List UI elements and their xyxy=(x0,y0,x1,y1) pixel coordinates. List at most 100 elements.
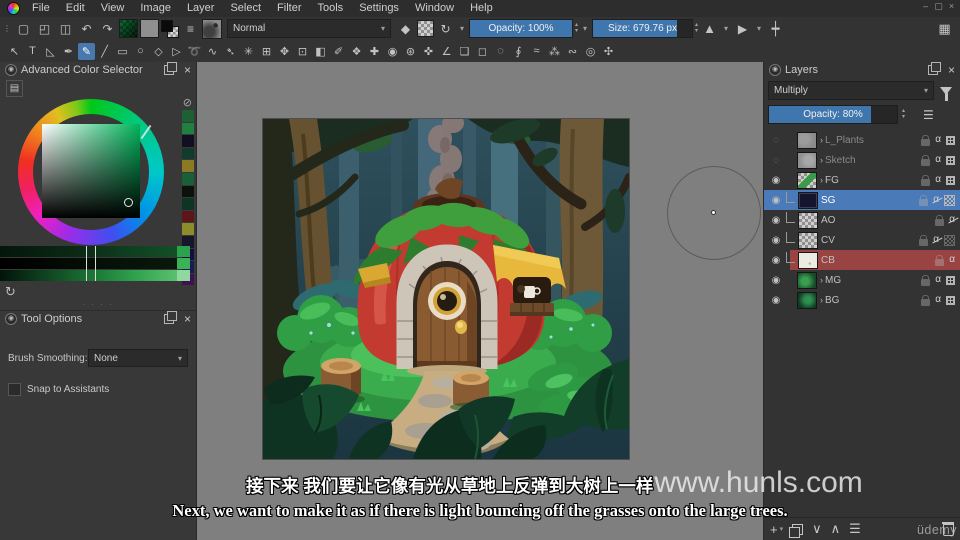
layer-row-l_plants[interactable]: ◌ › L_Plants α xyxy=(764,130,960,150)
tool-contiguous-select[interactable]: ⁂ xyxy=(546,43,563,60)
tool-bezier-curve[interactable]: ➰ xyxy=(186,43,203,60)
layer-row-cb[interactable]: ◉ CB α xyxy=(764,250,960,270)
history-swatch[interactable] xyxy=(182,223,194,235)
layer-filter-icon[interactable] xyxy=(940,86,952,101)
layer-row-fg[interactable]: ◉ › FG α xyxy=(764,170,960,190)
lock-icon[interactable] xyxy=(935,214,945,226)
layer-name[interactable]: BG xyxy=(825,295,921,306)
history-swatch[interactable] xyxy=(182,210,194,223)
history-swatch[interactable] xyxy=(182,147,194,160)
alpha-icon[interactable]: α xyxy=(935,295,941,305)
move-layer-up-button[interactable]: ∧ xyxy=(831,521,841,537)
new-document-button[interactable]: ▢ xyxy=(14,19,33,38)
tool-zoom[interactable]: ◎ xyxy=(582,43,599,60)
reload-preset-button[interactable]: ↻ xyxy=(436,19,455,38)
tool-measure[interactable]: ∠ xyxy=(438,43,455,60)
duplicate-layer-button[interactable] xyxy=(789,523,804,538)
group-expand-arrow-icon[interactable]: › xyxy=(820,155,823,165)
float-panel-icon[interactable] xyxy=(163,62,177,75)
layer-row-ao[interactable]: ◉ AO α xyxy=(764,210,960,230)
tool-freehand-brush[interactable]: ✎ xyxy=(78,42,95,60)
layer-name[interactable]: CB xyxy=(821,255,935,266)
tool-polyline[interactable]: ▷ xyxy=(168,43,185,60)
opacity-slider[interactable]: Opacity: 100% xyxy=(469,19,573,38)
inherit-alpha-icon[interactable] xyxy=(946,155,955,165)
tool-reference-images[interactable]: ❏ xyxy=(456,43,473,60)
layer-visibility-icon[interactable]: ◉ xyxy=(768,215,784,226)
layer-thumbnail[interactable] xyxy=(797,271,817,289)
canvas-artwork[interactable] xyxy=(262,118,630,460)
mirror-horizontal-button[interactable]: ▲ xyxy=(700,19,719,38)
lock-icon[interactable] xyxy=(919,194,929,206)
layer-row-bg[interactable]: ◉ › BG α xyxy=(764,290,960,310)
menu-tools[interactable]: Tools xyxy=(310,0,352,17)
layer-name[interactable]: FG xyxy=(825,175,921,186)
layer-visibility-icon[interactable]: ◌ xyxy=(768,135,784,146)
lock-icon[interactable] xyxy=(921,154,931,166)
float-panel-icon[interactable] xyxy=(163,311,177,324)
layer-opacity-spinner[interactable]: ▴ ▾ xyxy=(902,108,905,121)
refresh-icon[interactable]: ↻ xyxy=(5,284,16,300)
alpha-locked-icon[interactable]: α xyxy=(933,235,939,245)
add-layer-caret[interactable]: ▾ xyxy=(780,525,784,533)
fg-bg-colors[interactable] xyxy=(161,19,179,38)
lock-icon[interactable] xyxy=(921,294,931,306)
tool-assistants[interactable]: ✜ xyxy=(420,43,437,60)
group-expand-arrow-icon[interactable]: › xyxy=(820,175,823,185)
close-panel-icon[interactable]: × xyxy=(184,313,191,325)
brush-smoothing-dropdown[interactable]: None ▾ xyxy=(88,349,188,367)
history-swatch[interactable] xyxy=(182,122,194,135)
shade-end-swatch[interactable] xyxy=(177,258,190,269)
menu-settings[interactable]: Settings xyxy=(351,0,407,17)
tool-pan[interactable]: ✣ xyxy=(600,43,617,60)
group-expand-arrow-icon[interactable]: › xyxy=(820,275,823,285)
block-colors-icon[interactable]: ⊘ xyxy=(183,96,192,109)
layer-visibility-icon[interactable]: ◉ xyxy=(768,295,784,306)
tool-polygon[interactable]: ◇ xyxy=(150,43,167,60)
tool-color-sampler[interactable]: ✐ xyxy=(330,43,347,60)
layer-thumbnail[interactable] xyxy=(797,171,817,189)
close-panel-icon[interactable]: × xyxy=(948,64,955,76)
lock-icon[interactable] xyxy=(935,254,945,266)
tool-gradient[interactable]: ◧ xyxy=(312,43,329,60)
layer-visibility-icon[interactable]: ◉ xyxy=(768,275,784,286)
minimize-window-button[interactable]: – xyxy=(919,0,932,13)
layer-thumbnail[interactable] xyxy=(798,191,818,209)
tool-bezier-select[interactable]: ∾ xyxy=(564,43,581,60)
wrap-around-button[interactable]: ┿ xyxy=(766,19,785,38)
group-expand-arrow-icon[interactable]: › xyxy=(820,295,823,305)
layer-properties-button[interactable]: ☰ xyxy=(849,521,861,537)
lock-icon[interactable] xyxy=(921,134,931,146)
panel-splitter[interactable]: · · · · xyxy=(0,300,196,309)
alpha-icon[interactable]: α xyxy=(935,155,941,165)
tool-move[interactable]: ✥ xyxy=(276,43,293,60)
tool-line[interactable]: ╱ xyxy=(96,43,113,60)
alpha-icon[interactable]: α xyxy=(935,135,941,145)
brush-size-slider[interactable]: Size: 679.76 px xyxy=(592,19,694,38)
layer-thumbnail[interactable] xyxy=(798,251,818,269)
tool-rect-select[interactable]: ◻ xyxy=(474,43,491,60)
tool-ellipse-select[interactable]: ◌ xyxy=(492,43,509,60)
layer-row-sketch[interactable]: ◌ › Sketch α xyxy=(764,150,960,170)
layer-thumbnail[interactable] xyxy=(797,151,817,169)
toolbar-overflow-handle[interactable]: ⋮ xyxy=(2,19,12,38)
layer-visibility-icon[interactable]: ◌ xyxy=(768,155,784,166)
layer-name[interactable]: SG xyxy=(821,195,919,206)
selector-settings-button[interactable]: ▤ xyxy=(6,80,23,97)
inherit-alpha-icon[interactable] xyxy=(946,275,955,285)
mirror-vertical-caret[interactable]: ▾ xyxy=(754,19,764,38)
pattern-chooser[interactable] xyxy=(140,19,159,38)
gradient-chooser[interactable] xyxy=(119,19,138,38)
history-swatch[interactable] xyxy=(182,185,194,198)
layer-name[interactable]: MG xyxy=(825,275,921,286)
tool-freehand-select[interactable]: ∮ xyxy=(510,43,527,60)
close-window-button[interactable]: × xyxy=(945,0,958,13)
menu-file[interactable]: File xyxy=(24,0,58,17)
tool-edit-shapes[interactable]: ◺ xyxy=(42,43,59,60)
layer-name[interactable]: L_Plants xyxy=(825,135,921,146)
menu-help[interactable]: Help xyxy=(462,0,501,17)
snap-to-assistants-checkbox[interactable] xyxy=(8,383,21,396)
menu-window[interactable]: Window xyxy=(407,0,462,17)
layer-thumbnail[interactable] xyxy=(797,131,817,149)
lock-icon[interactable] xyxy=(919,234,929,246)
